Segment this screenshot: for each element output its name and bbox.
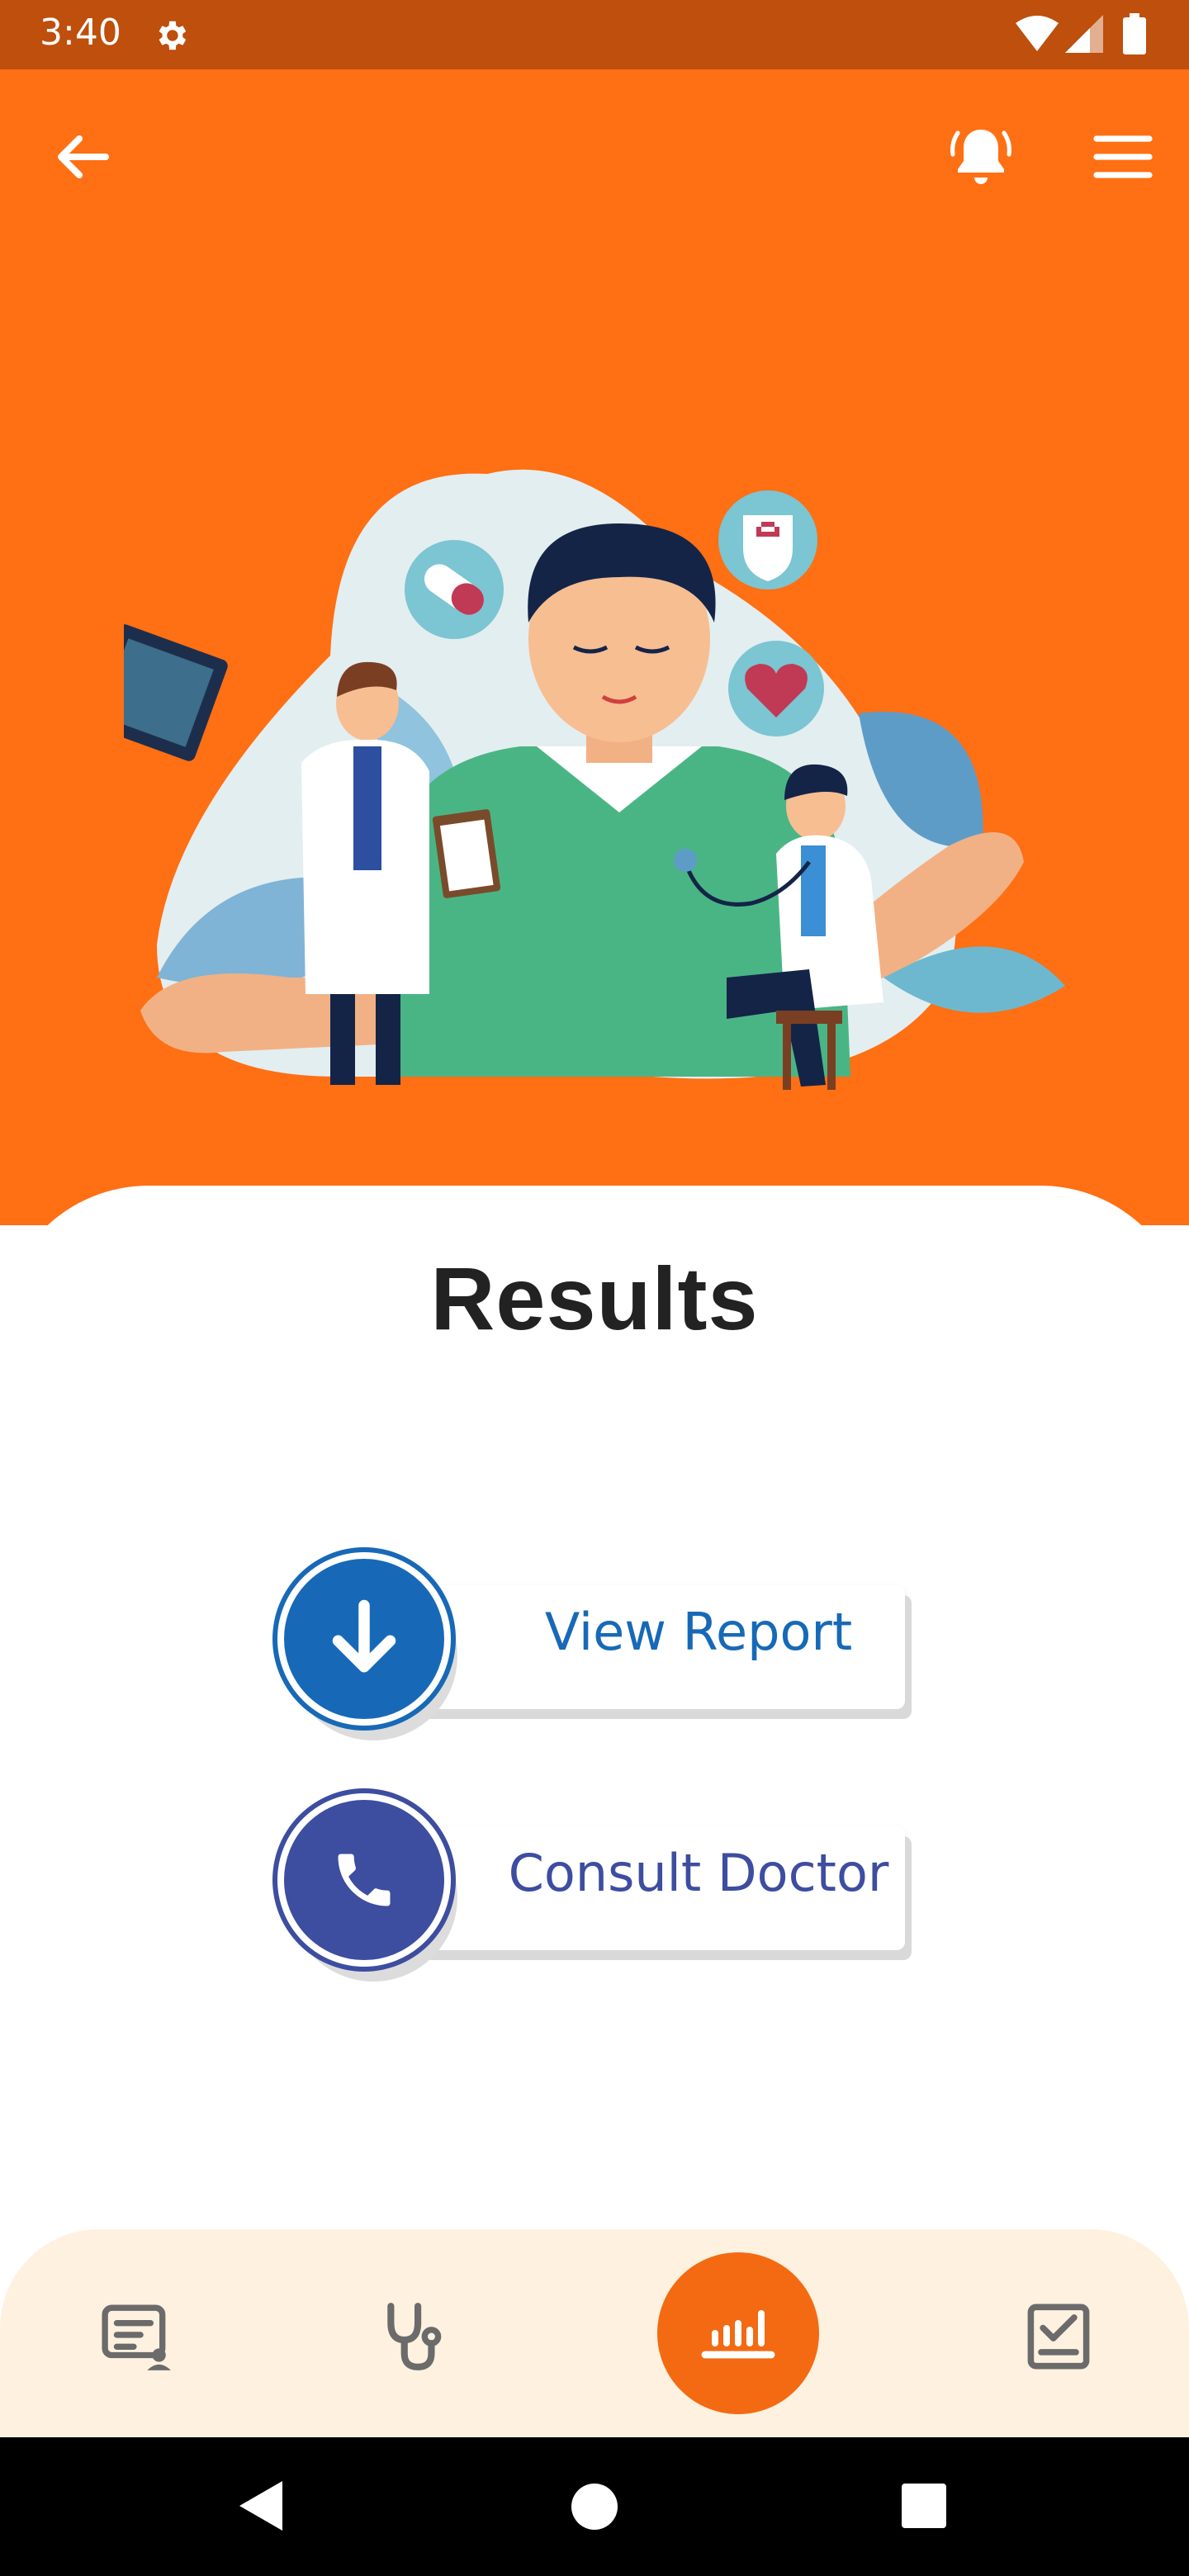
nav-doctor[interactable] [373, 2295, 456, 2378]
checklist-icon [1027, 2304, 1090, 2370]
system-back-icon[interactable] [236, 2477, 286, 2535]
alarm-bell-icon[interactable] [948, 119, 1014, 193]
system-home-button[interactable] [571, 2484, 618, 2530]
consult-doctor-label: Consult Doctor [508, 1843, 889, 1903]
reports-list-icon [102, 2304, 171, 2370]
consult-doctor-button[interactable]: Consult Doctor [277, 1793, 913, 1983]
system-navigation-bar [0, 2437, 1189, 2576]
doctors-and-patient-illustration [124, 469, 1065, 1090]
download-arrow-icon [277, 1552, 451, 1726]
hero-header [0, 69, 1189, 1225]
results-chart-icon [701, 2310, 775, 2359]
status-bar: 3:40 [0, 0, 1189, 69]
nav-tasks[interactable] [1017, 2295, 1100, 2378]
nav-reports[interactable] [96, 2295, 178, 2378]
battery-icon [1123, 13, 1146, 54]
phone-icon [277, 1793, 451, 1967]
screen: 3:40 Results View Report Consult Doctor [0, 0, 1189, 2576]
signal-icon [1065, 15, 1103, 53]
stethoscope-icon [387, 2303, 442, 2370]
bottom-navigation [0, 2229, 1189, 2437]
page-title: Results [430, 1248, 759, 1348]
hamburger-menu-icon[interactable] [1090, 124, 1156, 190]
view-report-label: View Report [544, 1602, 853, 1662]
status-time: 3:40 [40, 12, 121, 54]
arrow-left-icon[interactable] [50, 124, 116, 190]
nav-results[interactable] [657, 2252, 819, 2414]
gear-icon [159, 21, 187, 50]
view-report-button[interactable]: View Report [277, 1552, 913, 1742]
system-recents-button[interactable] [902, 2484, 946, 2528]
wifi-icon [1016, 16, 1059, 51]
